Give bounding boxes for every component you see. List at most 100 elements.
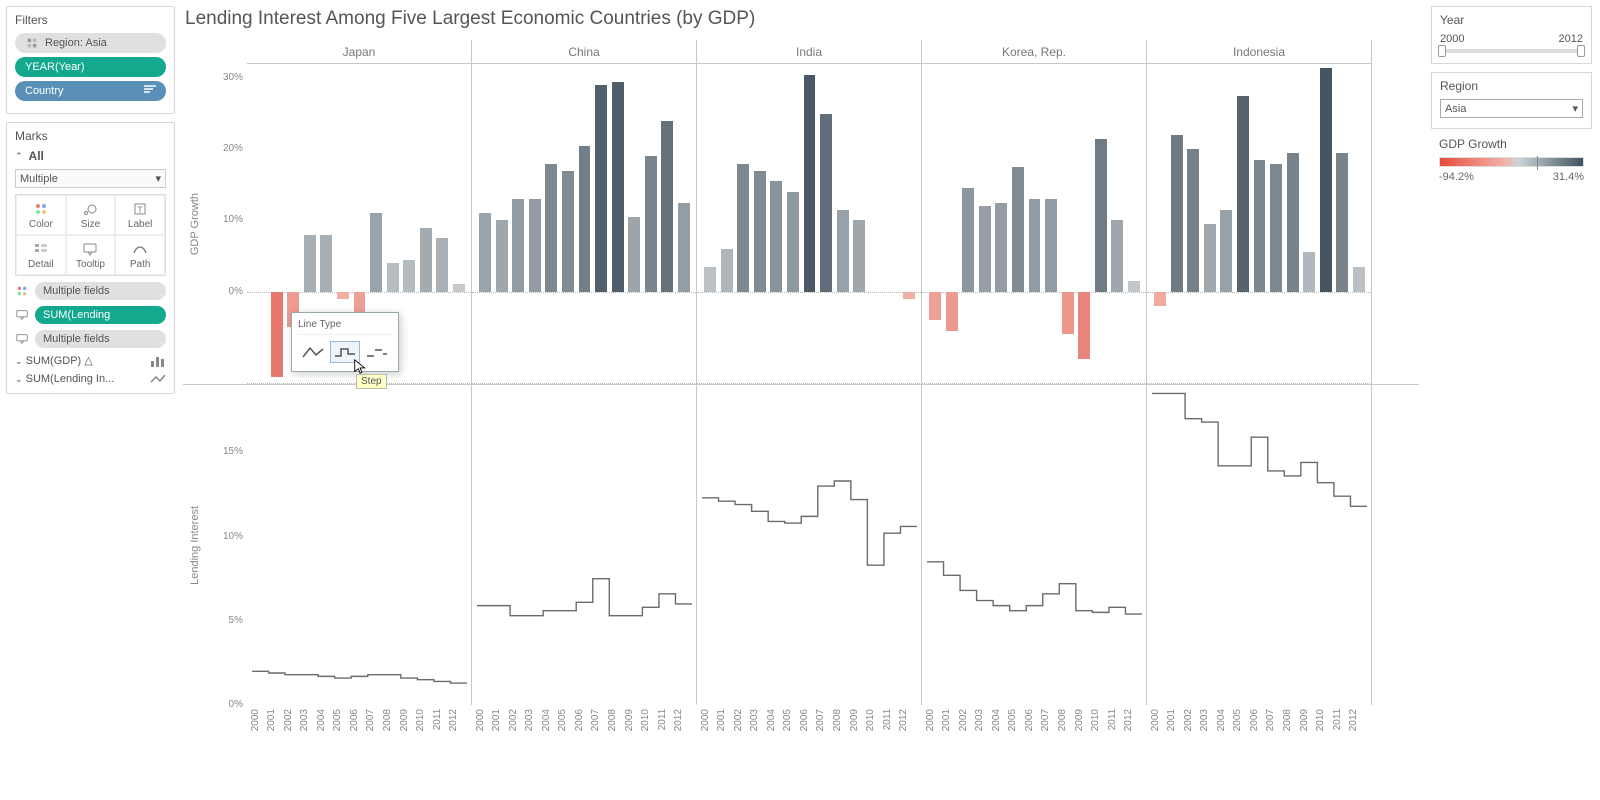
marks-detail-button[interactable]: Detail (16, 235, 66, 275)
bar[interactable] (1303, 252, 1315, 291)
marks-tooltip-button[interactable]: Tooltip (66, 235, 116, 275)
color-gradient[interactable] (1439, 157, 1584, 167)
bar[interactable] (929, 292, 941, 320)
bar[interactable] (903, 292, 915, 299)
x-tick: 2004 (1216, 709, 1227, 731)
marks-sum-lending-row[interactable]: ⌄ SUM(Lending In... (15, 373, 166, 385)
shelf-tooltip-multiple[interactable]: Multiple fields (15, 330, 166, 348)
facet-bottom-plot[interactable] (697, 385, 922, 705)
bar[interactable] (562, 171, 574, 292)
filter-pill-region[interactable]: Region: Asia (15, 33, 166, 53)
facet-bottom-plot[interactable] (472, 385, 697, 705)
bar[interactable] (1095, 139, 1107, 292)
bar[interactable] (529, 199, 541, 291)
marks-sum-gdp-row[interactable]: ⌄ SUM(GDP) △ (15, 354, 166, 367)
bar[interactable] (645, 156, 657, 291)
slider-handle-max[interactable] (1577, 45, 1585, 57)
x-tick: 2008 (1057, 709, 1068, 731)
bar[interactable] (595, 85, 607, 291)
bar[interactable] (853, 220, 865, 291)
bar[interactable] (1287, 153, 1299, 292)
bar[interactable] (979, 206, 991, 291)
year-slider[interactable] (1440, 49, 1583, 53)
facet-top-plot[interactable] (922, 64, 1147, 384)
filter-pill-country[interactable]: Country (15, 81, 166, 101)
facet-bottom-plot[interactable] (247, 385, 472, 705)
x-tick: 2002 (508, 709, 519, 731)
bar[interactable] (1111, 220, 1123, 291)
bar[interactable] (271, 292, 283, 377)
bar[interactable] (1187, 149, 1199, 291)
bar[interactable] (579, 146, 591, 292)
bar[interactable] (453, 284, 465, 291)
marks-color-button[interactable]: Color (16, 195, 66, 235)
bar[interactable] (1336, 153, 1348, 292)
bar[interactable] (678, 203, 690, 292)
bar[interactable] (946, 292, 958, 331)
bar[interactable] (612, 82, 624, 292)
bar[interactable] (995, 203, 1007, 292)
filter-pill-year[interactable]: YEAR(Year) (15, 57, 166, 77)
line-type-step-button[interactable] (330, 341, 360, 363)
facet-bottom-plot[interactable] (1147, 385, 1372, 705)
facet-top-plot[interactable] (697, 64, 922, 384)
bar[interactable] (320, 235, 332, 292)
bar[interactable] (304, 235, 316, 292)
bar[interactable] (1171, 135, 1183, 291)
facet-top-plot[interactable] (1147, 64, 1372, 384)
bar[interactable] (545, 164, 557, 292)
region-dropdown[interactable]: Asia ▾ (1440, 99, 1583, 118)
bar[interactable] (837, 210, 849, 292)
bar[interactable] (420, 228, 432, 292)
bar[interactable] (370, 213, 382, 291)
chevron-down-icon: ⌄ (15, 356, 23, 366)
bar[interactable] (479, 213, 491, 291)
bar[interactable] (337, 292, 349, 299)
bar[interactable] (737, 164, 749, 292)
line-type-linear-button[interactable] (298, 341, 328, 363)
bar[interactable] (1270, 164, 1282, 292)
bar[interactable] (804, 75, 816, 292)
bar[interactable] (820, 114, 832, 292)
bar[interactable] (1353, 267, 1365, 292)
bar[interactable] (1128, 281, 1140, 292)
bar[interactable] (1078, 292, 1090, 360)
bar[interactable] (1204, 224, 1216, 292)
shelf-tooltip-sum[interactable]: SUM(Lending (15, 306, 166, 324)
bar[interactable] (787, 192, 799, 292)
bar[interactable] (1254, 160, 1266, 292)
bar[interactable] (1320, 68, 1332, 292)
marks-path-button[interactable]: Path (115, 235, 165, 275)
bar[interactable] (496, 220, 508, 291)
bar[interactable] (1062, 292, 1074, 335)
facet-bottom-plot[interactable] (922, 385, 1147, 705)
marks-size-button[interactable]: Size (66, 195, 116, 235)
marks-all-row[interactable]: ⌃ All (15, 149, 166, 163)
marks-type-dropdown[interactable]: Multiple▾ (15, 169, 166, 188)
bar[interactable] (1045, 199, 1057, 291)
bar[interactable] (721, 249, 733, 292)
bar[interactable] (1029, 199, 1041, 291)
bar[interactable] (403, 260, 415, 292)
bar[interactable] (962, 188, 974, 291)
bar[interactable] (1220, 210, 1232, 292)
bar[interactable] (1012, 167, 1024, 291)
x-tick: 2012 (448, 709, 459, 731)
marks-label-button[interactable]: T Label (115, 195, 165, 235)
shelf-color-multiple[interactable]: Multiple fields (15, 282, 166, 300)
facet-top-plot[interactable] (472, 64, 697, 384)
bar[interactable] (770, 181, 782, 291)
bar[interactable] (628, 217, 640, 292)
bar[interactable] (387, 263, 399, 291)
bar[interactable] (704, 267, 716, 292)
x-tick: 2003 (974, 709, 985, 731)
bar[interactable] (436, 238, 448, 291)
bar[interactable] (1237, 96, 1249, 292)
bar[interactable] (754, 171, 766, 292)
bar[interactable] (512, 199, 524, 291)
bar[interactable] (1154, 292, 1166, 306)
x-tick: 2007 (365, 709, 376, 731)
line-type-jump-button[interactable] (362, 341, 392, 363)
slider-handle-min[interactable] (1438, 45, 1446, 57)
bar[interactable] (661, 121, 673, 292)
